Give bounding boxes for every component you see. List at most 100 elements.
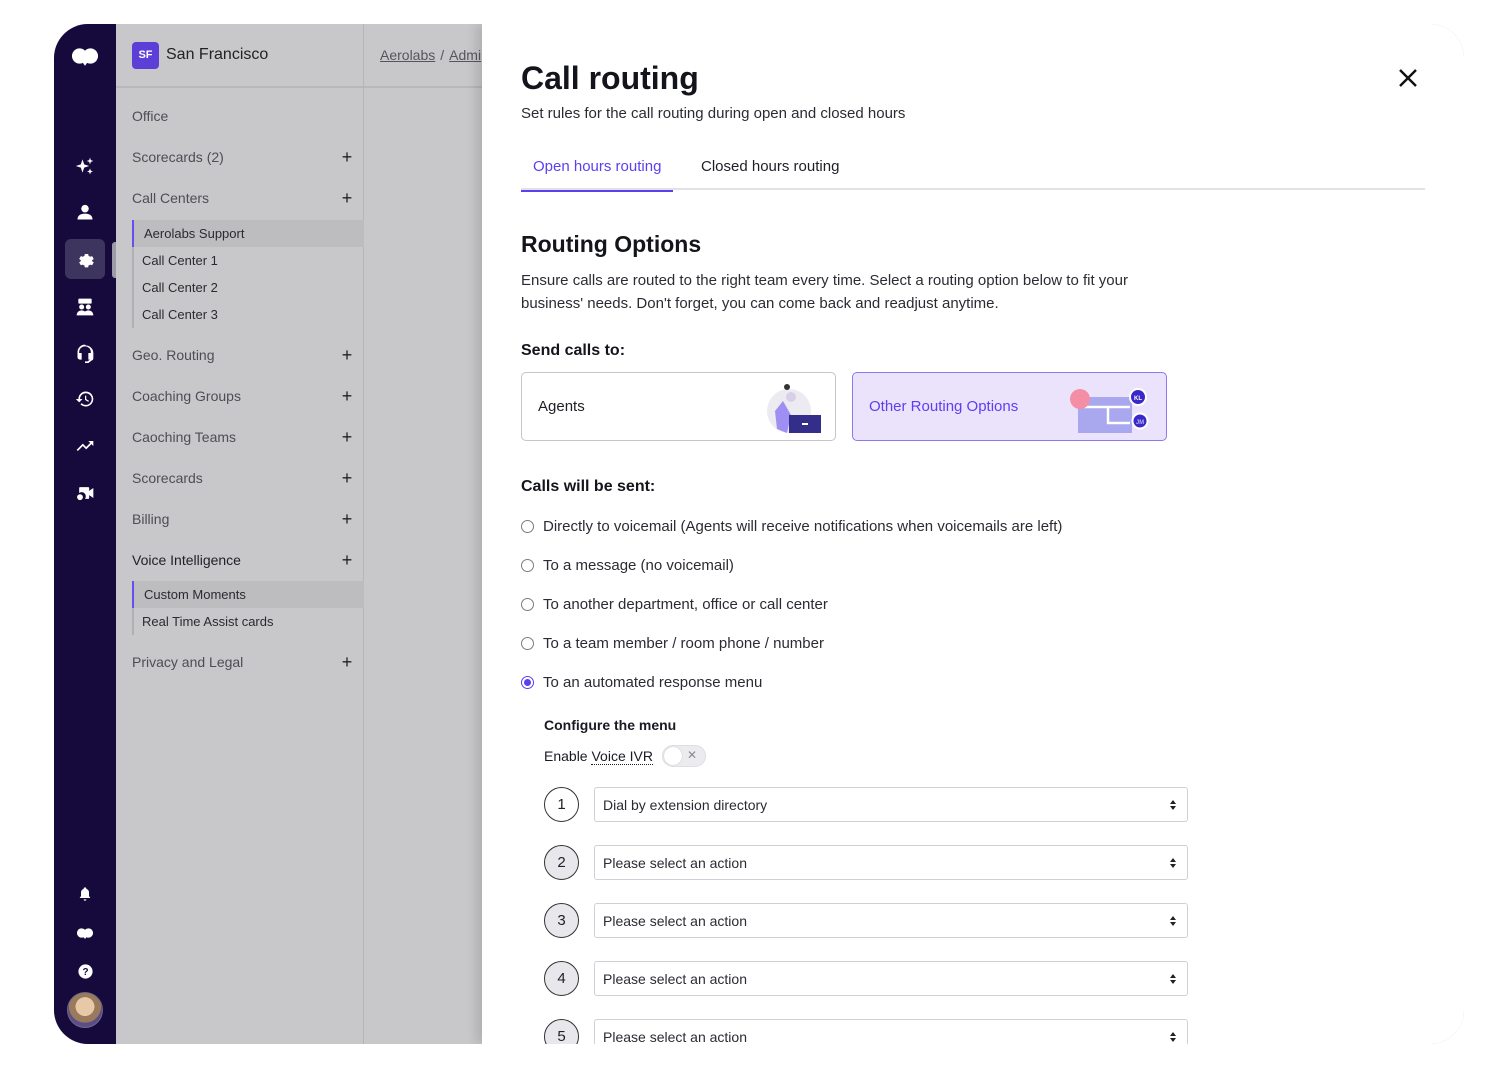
voice-intelligence-list: Custom Moments Real Time Assist cards [132, 581, 364, 635]
toggle-knob [664, 747, 682, 765]
section-title: Routing Options [521, 231, 702, 257]
nav-item-coaching-teams[interactable]: Caoching Teams + [132, 427, 354, 447]
nav-item-geo-routing[interactable]: Geo. Routing + [132, 345, 354, 365]
send-calls-label: Send calls to: [521, 342, 626, 359]
nav-item-coaching-groups[interactable]: Coaching Groups + [132, 386, 354, 406]
menu-option-row: 3 Please select an action [544, 903, 1190, 939]
select-arrows-icon [1170, 916, 1176, 926]
nav-item-billing[interactable]: Billing + [132, 509, 354, 529]
menu-action-select[interactable]: Dial by extension directory [594, 787, 1188, 822]
close-icon[interactable] [1396, 66, 1420, 90]
menu-option-row: 2 Please select an action [544, 845, 1190, 881]
voice-ivr-toggle[interactable]: ✕ [662, 745, 706, 767]
menu-key-badge: 3 [544, 903, 579, 938]
nav-item-voice-intelligence[interactable]: Voice Intelligence + [132, 550, 354, 570]
avatar[interactable] [67, 992, 103, 1028]
nav-item-scorecards-2[interactable]: Scorecards (2) + [132, 147, 354, 167]
headset-icon[interactable] [65, 333, 105, 373]
voice-ivr-term[interactable]: Voice IVR [591, 748, 653, 765]
nav-item-privacy-legal[interactable]: Privacy and Legal + [132, 652, 354, 672]
menu-option-row: 5 Please select an action [544, 1019, 1190, 1044]
office-name: San Francisco [166, 46, 269, 63]
agents-card[interactable]: Agents [521, 372, 836, 441]
menu-key-badge: 1 [544, 787, 579, 822]
menu-key-badge: 5 [544, 1019, 579, 1044]
menu-action-select[interactable]: Please select an action [594, 845, 1188, 880]
radio-team-member[interactable]: To a team member / room phone / number [521, 635, 824, 652]
nav-item-scorecards[interactable]: Scorecards + [132, 468, 354, 488]
tab-open-hours[interactable]: Open hours routing [521, 158, 674, 192]
svg-text:?: ? [82, 967, 88, 978]
plus-icon[interactable]: + [340, 188, 354, 209]
voice-ivr-label: Enable Voice IVR [544, 748, 653, 765]
plus-icon[interactable]: + [340, 652, 354, 673]
trend-icon[interactable] [65, 426, 105, 466]
logo-small-icon[interactable] [65, 913, 105, 953]
routing-illustration-icon: KL JM [1070, 388, 1149, 433]
drawer-subtitle: Set rules for the call routing during op… [521, 105, 906, 122]
office-badge: SF [132, 41, 159, 69]
agent-illustration-icon [767, 384, 821, 433]
sub-item-real-time-assist-cards[interactable]: Real Time Assist cards [134, 608, 364, 635]
radio-department[interactable]: To another department, office or call ce… [521, 596, 828, 613]
tab-closed-hours[interactable]: Closed hours routing [689, 158, 851, 190]
nav-item-call-centers[interactable]: Call Centers + [132, 188, 354, 208]
sub-item-call-center-2[interactable]: Call Center 2 [134, 274, 364, 301]
gear-icon[interactable] [65, 239, 105, 279]
routing-tabs: Open hours routing Closed hours routing [521, 150, 1425, 192]
plus-icon[interactable]: + [340, 147, 354, 168]
plus-icon[interactable]: + [340, 427, 354, 448]
select-arrows-icon [1170, 858, 1176, 868]
radio-button-checked[interactable] [521, 676, 534, 689]
breadcrumb-current[interactable]: Admi [449, 47, 481, 63]
plus-icon[interactable]: + [340, 468, 354, 489]
office-selector[interactable]: SF San Francisco [116, 24, 409, 88]
select-arrows-icon [1170, 974, 1176, 984]
sub-item-aerolabs-support[interactable]: Aerolabs Support [132, 220, 364, 247]
breadcrumb-root[interactable]: Aerolabs [380, 47, 435, 63]
select-arrows-icon [1170, 1032, 1176, 1042]
sub-item-custom-moments[interactable]: Custom Moments [132, 581, 364, 608]
radio-voicemail[interactable]: Directly to voicemail (Agents will recei… [521, 518, 1062, 535]
history-icon[interactable] [65, 379, 105, 419]
section-description: Ensure calls are routed to the right tea… [521, 272, 1128, 312]
svg-text:KL: KL [1134, 396, 1142, 402]
menu-action-select[interactable]: Please select an action [594, 903, 1188, 938]
settings-nav: SF San Francisco Office Scorecards (2) + … [116, 24, 409, 1044]
calls-sent-label: Calls will be sent: [521, 478, 656, 495]
svg-text:JM: JM [1136, 420, 1144, 426]
bell-icon[interactable] [65, 874, 105, 914]
radio-message[interactable]: To a message (no voicemail) [521, 557, 734, 574]
radio-button[interactable] [521, 559, 534, 572]
sparkles-icon[interactable] [65, 146, 105, 186]
plus-icon[interactable]: + [340, 386, 354, 407]
radio-automated-menu[interactable]: To an automated response menu [521, 674, 762, 691]
radio-button[interactable] [521, 637, 534, 650]
radio-button[interactable] [521, 520, 534, 533]
menu-option-row: 4 Please select an action [544, 961, 1190, 997]
toggle-off-icon: ✕ [686, 748, 697, 762]
call-routing-drawer: Call routing Set rules for the call rout… [482, 24, 1464, 1044]
icon-rail: ? [54, 24, 116, 1044]
call-centers-list: Aerolabs Support Call Center 1 Call Cent… [132, 220, 364, 328]
sub-item-call-center-1[interactable]: Call Center 1 [134, 247, 364, 274]
plus-icon[interactable]: + [340, 509, 354, 530]
configure-menu-title: Configure the menu [544, 717, 677, 733]
help-icon[interactable]: ? [65, 951, 105, 991]
app-window: ? SF San Francisco Office Scorecards (2)… [54, 24, 1464, 1044]
sub-item-call-center-3[interactable]: Call Center 3 [134, 301, 364, 328]
video-settings-icon[interactable] [65, 473, 105, 513]
drawer-title: Call routing [521, 60, 699, 96]
user-icon[interactable] [65, 192, 105, 232]
plus-icon[interactable]: + [340, 345, 354, 366]
logo-icon[interactable] [65, 36, 105, 76]
plus-icon[interactable]: + [340, 550, 354, 571]
radio-button[interactable] [521, 598, 534, 611]
nav-item-office[interactable]: Office [132, 106, 354, 126]
team-icon[interactable] [65, 287, 105, 327]
menu-option-row: 1 Dial by extension directory [544, 787, 1190, 823]
menu-action-select[interactable]: Please select an action [594, 961, 1188, 996]
menu-action-select[interactable]: Please select an action [594, 1019, 1188, 1044]
menu-key-badge: 4 [544, 961, 579, 996]
other-routing-options-card[interactable]: Other Routing Options KL JM [852, 372, 1167, 441]
